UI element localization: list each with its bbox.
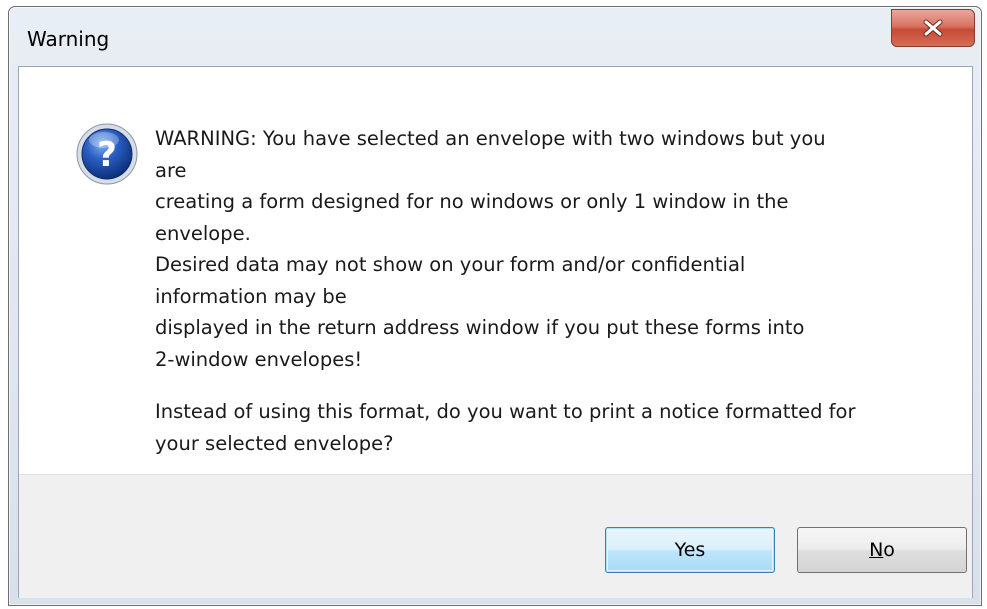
dialog-content: ? WARNING: You have selected an envelope… xyxy=(18,66,973,598)
yes-button[interactable]: Yes xyxy=(605,527,775,573)
warning-message: WARNING: You have selected an envelope w… xyxy=(155,127,826,371)
message-area: ? WARNING: You have selected an envelope… xyxy=(19,67,972,474)
close-icon xyxy=(892,10,974,46)
title-bar[interactable]: Warning xyxy=(9,7,981,69)
close-button[interactable] xyxy=(891,9,975,47)
svg-text:?: ? xyxy=(97,135,117,175)
question-icon: ? xyxy=(75,122,139,186)
question-message: Instead of using this format, do you wan… xyxy=(155,400,856,455)
no-button[interactable]: No xyxy=(797,527,967,573)
warning-dialog: Warning ? WARNING: You have selected an … xyxy=(8,6,982,606)
no-button-mnemonic: N xyxy=(869,539,884,561)
button-bar: Yes No xyxy=(19,474,972,598)
no-button-label: o xyxy=(883,539,895,561)
yes-button-label: Yes xyxy=(674,539,706,561)
dialog-title: Warning xyxy=(27,27,110,51)
